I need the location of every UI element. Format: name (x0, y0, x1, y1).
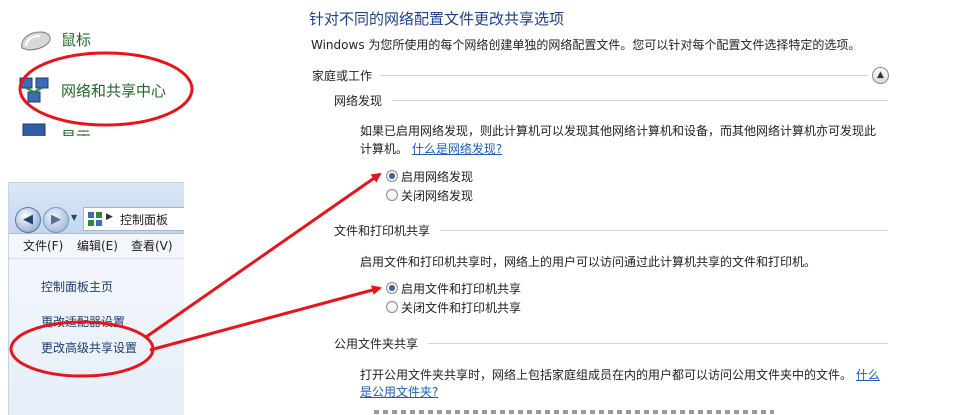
section-heading-network-discovery: 网络发现 (334, 94, 383, 108)
profile-header-home-work[interactable]: 家庭或工作 (312, 67, 372, 84)
menu-view[interactable]: 查看(V) (131, 234, 173, 258)
section-divider (440, 230, 888, 231)
radio-label: 启用文件和打印机共享 (401, 282, 522, 296)
control-panel-icon (88, 212, 102, 226)
forward-button[interactable]: ▶ (43, 207, 69, 233)
radio-unselected-icon (386, 301, 398, 313)
file-printer-sharing-description: 启用文件和打印机共享时，网络上的用户可以访问通过此计算机共享的文件和打印机。 (360, 255, 817, 269)
public-folder-sharing-description-cont: 是公用文件夹? (360, 383, 438, 400)
link-what-is-public-folder-cont[interactable]: 是公用文件夹? (360, 385, 438, 399)
chevron-up-icon: ▲ (877, 70, 884, 80)
network-discovery-description-end: 计算机。 (360, 142, 409, 156)
section-divider (428, 343, 888, 344)
radio-label: 启用网络发现 (401, 170, 474, 184)
control-panel-item-display[interactable]: 显示 (14, 122, 134, 136)
display-icon (22, 123, 46, 136)
collapse-profile-button[interactable]: ▲ (872, 67, 889, 84)
explorer-window: ◀ ▶ ▼ ▶ 控制面板 文件(F) 编辑(E) 查看(V) 控制面板主页 更改… (8, 182, 184, 415)
radio-public-folder-partial (374, 410, 774, 414)
public-folder-sharing-description: 打开公用文件夹共享时，网络上包括家庭组成员在内的用户都可以访问公用文件夹中的文件… (360, 366, 880, 383)
radio-unselected-icon (386, 189, 398, 201)
breadcrumb-control-panel[interactable]: 控制面板 (120, 211, 168, 228)
radio-selected-icon (386, 282, 398, 294)
control-panel-item-mouse[interactable]: 鼠标 (14, 22, 134, 56)
radio-selected-icon (386, 170, 398, 182)
link-change-advanced-sharing-settings[interactable]: 更改高级共享设置 (41, 339, 137, 356)
network-discovery-description-cont: 计算机。 什么是网络发现? (360, 140, 502, 157)
control-panel-item-label: 显示 (61, 126, 91, 136)
menu-edit[interactable]: 编辑(E) (77, 234, 118, 258)
link-what-is-public-folder[interactable]: 什么 (856, 368, 880, 382)
address-bar[interactable]: ▶ 控制面板 (83, 207, 184, 231)
radio-label: 关闭网络发现 (401, 189, 474, 203)
page-title: 针对不同的网络配置文件更改共享选项 (309, 10, 565, 28)
section-heading-file-printer-sharing: 文件和打印机共享 (334, 224, 431, 238)
control-panel-item-network-sharing[interactable]: 网络和共享中心 (14, 70, 184, 108)
menu-bar: 文件(F) 编辑(E) 查看(V) (9, 234, 184, 259)
navigation-bar: ◀ ▶ ▼ ▶ 控制面板 (9, 183, 184, 234)
recent-pages-dropdown-icon[interactable]: ▼ (71, 213, 77, 222)
page-subtitle: Windows 为您所使用的每个网络创建单独的网络配置文件。您可以针对每个配置文… (311, 38, 861, 52)
link-control-panel-home[interactable]: 控制面板主页 (41, 278, 113, 295)
forward-arrow-icon: ▶ (51, 212, 61, 227)
control-panel-item-label: 鼠标 (61, 31, 92, 49)
back-arrow-icon: ◀ (23, 212, 33, 227)
back-button[interactable]: ◀ (15, 207, 41, 233)
profile-divider (380, 75, 868, 76)
breadcrumb-separator-icon: ▶ (106, 212, 113, 222)
link-change-adapter-settings[interactable]: 更改适配器设置 (41, 313, 125, 330)
public-folder-description-text: 打开公用文件夹共享时，网络上包括家庭组成员在内的用户都可以访问公用文件夹中的文件… (360, 368, 853, 382)
link-what-is-network-discovery[interactable]: 什么是网络发现? (412, 142, 502, 156)
section-divider (392, 100, 888, 101)
menu-file[interactable]: 文件(F) (23, 234, 63, 258)
network-discovery-description: 如果已启用网络发现，则此计算机可以发现其他网络计算机和设备，而其他网络计算机亦可… (360, 124, 877, 138)
control-panel-item-label: 网络和共享中心 (61, 82, 167, 100)
section-heading-public-folder-sharing: 公用文件夹共享 (334, 337, 419, 351)
network-icon (19, 77, 49, 103)
radio-label: 关闭文件和打印机共享 (401, 301, 522, 315)
task-pane: 控制面板主页 更改适配器设置 更改高级共享设置 (9, 259, 184, 415)
mouse-icon (21, 31, 51, 51)
